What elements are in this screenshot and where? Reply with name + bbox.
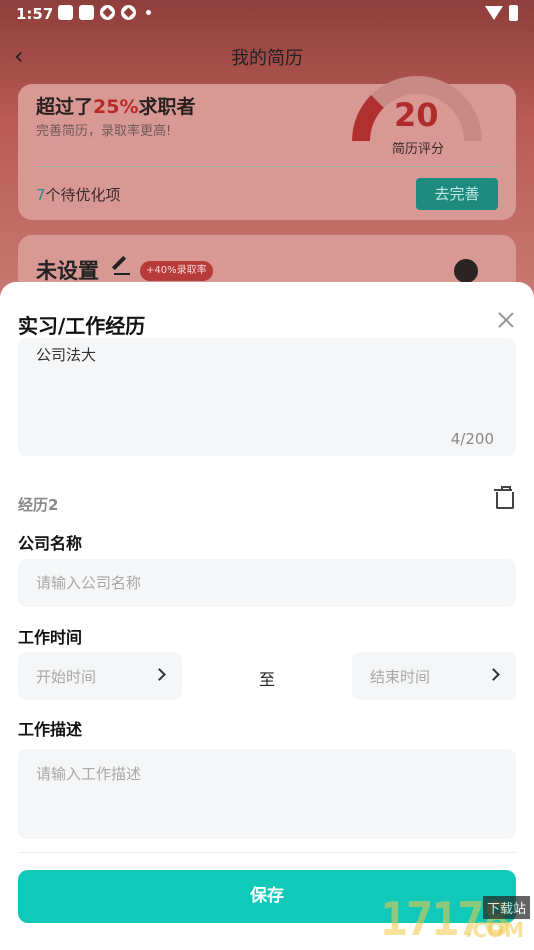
experience-label: 经历2: [18, 496, 59, 514]
edit-icon[interactable]: [114, 257, 130, 275]
notification-icon: [79, 5, 94, 20]
battery-icon: [509, 5, 518, 21]
experience-sheet: 实习/工作经历 公司法大 4/200 经历2 公司名称 工作时间 开始时间 至 …: [0, 282, 534, 950]
todo-number: 7: [36, 186, 46, 204]
to-separator: 至: [259, 670, 276, 689]
app-icon: [100, 5, 115, 20]
boost-badge: +40%录取率: [140, 261, 213, 281]
todo-count: 7个待优化项: [36, 184, 121, 205]
wifi-icon: [485, 6, 503, 20]
todo-text: 个待优化项: [45, 186, 121, 204]
system-icons: [485, 5, 518, 21]
desc-label: 工作描述: [18, 720, 83, 739]
start-time-placeholder: 开始时间: [36, 668, 97, 686]
headline-suffix: 求职者: [138, 96, 196, 118]
trash-icon[interactable]: [494, 486, 514, 509]
sheet-title: 实习/工作经历: [18, 314, 146, 338]
company-label: 公司名称: [18, 534, 83, 553]
avatar: [454, 259, 478, 283]
chevron-right-icon: [487, 668, 500, 681]
headline-percent: 25%: [93, 96, 139, 118]
score-label: 简历评分: [392, 142, 445, 157]
score-value: 20: [394, 96, 439, 134]
close-icon[interactable]: [498, 312, 514, 328]
divider: [36, 166, 498, 167]
score-headline: 超过了25%求职者: [36, 92, 196, 119]
end-time-picker[interactable]: 结束时间: [352, 652, 516, 700]
chevron-right-icon: [153, 668, 166, 681]
watermark-tag: 下载站: [482, 896, 530, 919]
status-time: 1:57: [16, 5, 54, 23]
app-icon: [121, 5, 136, 20]
page-title: 我的简历: [231, 48, 303, 69]
notification-icons: [58, 5, 151, 20]
more-dot-icon: [146, 10, 151, 15]
status-bar: 1:57: [0, 0, 534, 28]
end-time-placeholder: 结束时间: [370, 668, 431, 686]
profile-name: 未设置: [36, 259, 99, 283]
description-text: 公司法大: [36, 346, 97, 364]
work-description-input[interactable]: 请输入工作描述: [18, 749, 516, 839]
start-time-picker[interactable]: 开始时间: [18, 652, 182, 700]
desc-placeholder: 请输入工作描述: [36, 765, 142, 783]
headline-prefix: 超过了: [36, 96, 94, 118]
resume-score-card: 超过了25%求职者 完善简历，录取率更高! 20 简历评分 7个待优化项 去完善: [18, 76, 516, 220]
watermark-logo: 17178 下载站 .COM: [300, 888, 530, 948]
notification-icon: [58, 5, 73, 20]
previous-description-box[interactable]: 公司法大 4/200: [18, 338, 516, 456]
watermark-suffix: .COM: [464, 918, 524, 942]
time-label: 工作时间: [18, 628, 83, 647]
divider: [18, 852, 516, 853]
company-input[interactable]: [18, 559, 516, 607]
char-counter: 4/200: [450, 430, 494, 448]
improve-button[interactable]: 去完善: [416, 178, 498, 210]
score-subtitle: 完善简历，录取率更高!: [36, 124, 172, 139]
